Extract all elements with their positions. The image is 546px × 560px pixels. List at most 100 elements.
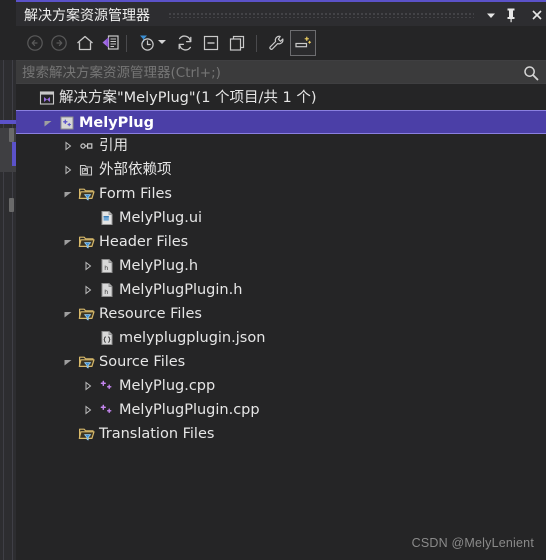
filter-folder-icon: [78, 356, 95, 369]
chevron-right-icon: [65, 141, 72, 151]
tree-row[interactable]: MelyPlug.cpp: [16, 374, 546, 398]
filter-folder-icon: [78, 308, 95, 321]
svg-text:h: h: [104, 264, 108, 272]
tree-row[interactable]: Source Files: [16, 350, 546, 374]
pending-changes-dropdown-caret[interactable]: [158, 40, 166, 44]
search-bar: [16, 60, 546, 85]
solution-explorer-window: 解决方案资源管理器 搜索解决方案资源管理器(Ctrl+;) 解决方案"MelyP…: [0, 0, 546, 560]
tree-item-label: 外部依赖项: [99, 162, 172, 178]
home-icon: [77, 35, 93, 51]
filter-folder-icon: [77, 230, 97, 254]
search-input[interactable]: [22, 61, 516, 85]
drag-grip[interactable]: [168, 12, 474, 18]
json-file-icon: [97, 326, 117, 350]
search-icon[interactable]: [522, 64, 540, 82]
chevron-down-icon: [64, 312, 72, 318]
chevron-right-icon: [85, 285, 92, 295]
tree-item-label: MelyPlug.h: [119, 258, 199, 274]
tree-expander-collapsed[interactable]: [80, 374, 96, 398]
solution-tree: 解决方案"MelyPlug"(1 个项目/共 1 个) MelyPlug 引用 …: [16, 86, 546, 560]
pin-icon: [507, 8, 515, 23]
chevron-down-icon: [44, 121, 52, 127]
tree-row[interactable]: MelyPlugPlugin.cpp: [16, 398, 546, 422]
chevron-down-icon: [64, 240, 72, 246]
h-file-icon: h: [97, 254, 117, 278]
tree-expander-expanded[interactable]: [40, 111, 56, 135]
tree-row[interactable]: Form Files: [16, 182, 546, 206]
show-all-files-button[interactable]: [224, 30, 250, 56]
cpp-project-icon: [60, 116, 74, 130]
chevron-right-icon: [65, 165, 72, 175]
tree-expander-expanded[interactable]: [60, 302, 76, 326]
sync-with-document-icon: [102, 35, 119, 50]
tree-expander-collapsed[interactable]: [60, 158, 76, 182]
cpp-file-icon: [100, 404, 112, 414]
solution-icon: [37, 86, 57, 110]
dock-gutter: [0, 0, 16, 560]
tree-row[interactable]: 外部依赖项: [16, 158, 546, 182]
wrench-icon: [269, 35, 284, 50]
tree-row[interactable]: Header Files: [16, 230, 546, 254]
svg-text:h: h: [104, 288, 108, 296]
preview-pane-icon: [295, 36, 312, 48]
tree-row[interactable]: h MelyPlug.h: [16, 254, 546, 278]
references-icon: [80, 143, 93, 149]
tree-row-selected[interactable]: MelyPlug: [16, 110, 546, 134]
home-button[interactable]: [72, 30, 98, 56]
properties-button[interactable]: [264, 30, 290, 56]
tree-row[interactable]: Resource Files: [16, 302, 546, 326]
json-file-icon: [101, 331, 113, 345]
tree-item-label: MelyPlugPlugin.h: [119, 282, 243, 298]
tree-item-label: melyplugplugin.json: [119, 330, 266, 346]
chevron-down-icon: [487, 13, 495, 18]
cpp-file-icon: [100, 380, 112, 390]
tree-row[interactable]: 引用: [16, 134, 546, 158]
chevron-right-icon: [85, 261, 92, 271]
tree-item-label: 引用: [99, 138, 128, 154]
external-deps-icon: [79, 164, 93, 176]
tree-expander-expanded[interactable]: [60, 350, 76, 374]
tree-expander-collapsed[interactable]: [60, 134, 76, 158]
tree-item-label: Source Files: [99, 354, 186, 370]
tree-item-label: MelyPlug.cpp: [119, 378, 216, 394]
close-icon: [532, 10, 542, 20]
back-arrow-icon: [27, 35, 43, 51]
filter-folder-icon: [77, 182, 97, 206]
tree-expander-expanded[interactable]: [60, 182, 76, 206]
refresh-button[interactable]: [172, 30, 198, 56]
forward-button[interactable]: [46, 30, 72, 56]
h-file-icon: h: [97, 278, 117, 302]
tree-item-label: Translation Files: [99, 426, 215, 442]
tree-expander-collapsed[interactable]: [80, 278, 96, 302]
tree-row[interactable]: MelyPlug.ui: [16, 206, 546, 230]
preview-selected-items-button[interactable]: [290, 30, 316, 56]
tree-item-label: MelyPlugPlugin.cpp: [119, 402, 260, 418]
solution-icon: [39, 91, 55, 105]
collapse-all-icon: [203, 35, 219, 51]
h-file-icon: h: [101, 259, 113, 273]
pending-changes-filter-button[interactable]: [134, 30, 160, 56]
cpp-file-icon: [97, 374, 117, 398]
tree-row[interactable]: 解决方案"MelyPlug"(1 个项目/共 1 个): [16, 86, 546, 110]
tree-row[interactable]: h MelyPlugPlugin.h: [16, 278, 546, 302]
back-button[interactable]: [22, 30, 48, 56]
filter-folder-icon: [78, 188, 95, 201]
tree-expander-collapsed[interactable]: [80, 254, 96, 278]
auto-hide-pin-button[interactable]: [500, 2, 522, 28]
cpp-file-icon: [97, 398, 117, 422]
collapse-all-button[interactable]: [198, 30, 224, 56]
h-file-icon: h: [101, 283, 113, 297]
forward-arrow-icon: [51, 35, 67, 51]
tree-row[interactable]: Translation Files: [16, 422, 546, 446]
tree-expander-collapsed[interactable]: [80, 398, 96, 422]
tree-item-label: 解决方案"MelyPlug"(1 个项目/共 1 个): [59, 90, 317, 106]
filter-folder-icon: [77, 302, 97, 326]
tree-row[interactable]: melyplugplugin.json: [16, 326, 546, 350]
chevron-right-icon: [85, 405, 92, 415]
watermark: CSDN @MelyLenient: [411, 536, 534, 550]
sync-with-active-document-button[interactable]: [98, 30, 124, 56]
filter-folder-icon: [78, 428, 95, 441]
tree-expander-expanded[interactable]: [60, 230, 76, 254]
window-dropdown-button[interactable]: [480, 2, 502, 28]
close-panel-button[interactable]: [528, 2, 546, 28]
